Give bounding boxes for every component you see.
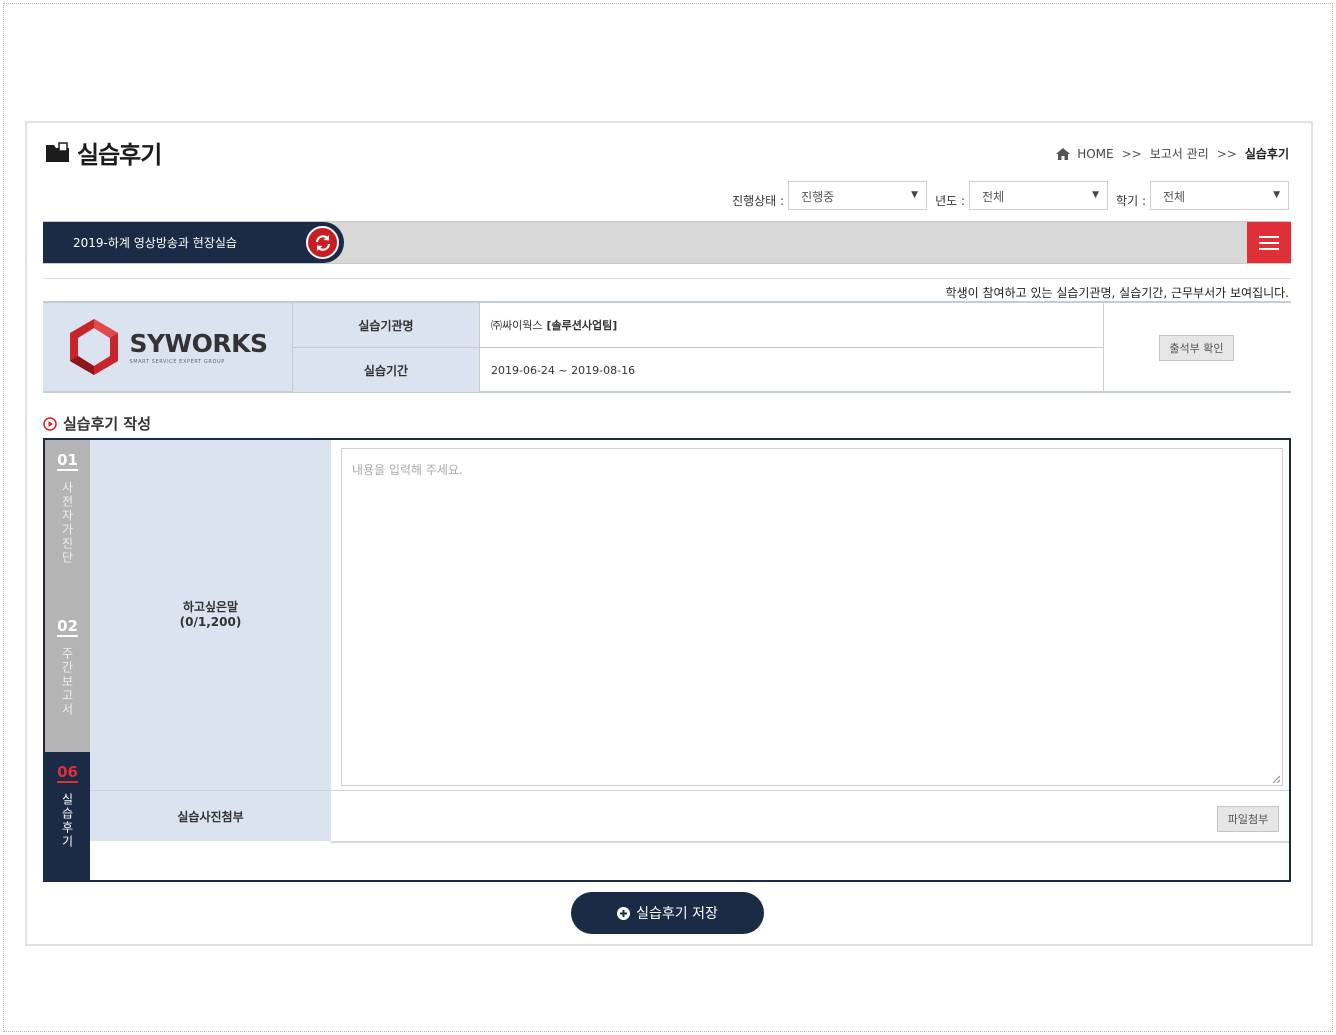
photo-label: 실습사진첨부: [90, 791, 331, 841]
status-select[interactable]: 진행중 ▼: [788, 181, 928, 210]
step-number: 02: [57, 617, 78, 637]
comment-textarea[interactable]: 내용을 입력해 주세요.: [341, 448, 1283, 786]
filter-bar: 진행상태 : 진행중 ▼ 년도 : 전체 ▼ 학기 : 전체 ▼: [728, 181, 1289, 210]
breadcrumb-separator: >>: [1121, 146, 1142, 161]
company-name-label: 실습기관명: [293, 303, 480, 347]
step-nav: 01 사전자가진단 02 주간보고서 06 실습후기: [45, 440, 90, 880]
notice-text: 학생이 참여하고 있는 실습기관명, 실습기간, 근무부서가 보여집니다.: [945, 286, 1289, 300]
breadcrumb-separator: >>: [1216, 146, 1237, 161]
dropdown-arrow-icon: ▼: [1273, 190, 1280, 200]
refresh-button[interactable]: [306, 226, 339, 259]
step-self-diagnosis[interactable]: 01 사전자가진단: [45, 440, 90, 606]
breadcrumb-current: 실습후기: [1244, 147, 1289, 161]
step-number: 01: [57, 451, 78, 471]
file-attach-button[interactable]: 파일첨부: [1217, 806, 1279, 832]
company-logo: SYWORKS SMART SERVICE EXPERT GROUP: [67, 317, 268, 377]
course-name: 2019-하계 영상방송과 현장실습: [73, 236, 237, 250]
step-number: 06: [57, 763, 78, 783]
save-button-label: 실습후기 저장: [636, 906, 718, 922]
step-label: 주간보고서: [60, 647, 74, 717]
year-label: 년도 :: [935, 194, 966, 208]
main-panel: 실습후기 HOME >> 보고서 관리 >> 실습후기 진행상태 : 진행중 ▼…: [25, 121, 1313, 946]
dropdown-arrow-icon: ▼: [911, 190, 919, 200]
section-title: 실습후기 작성: [43, 413, 151, 434]
attendance-button[interactable]: 출석부 확인: [1159, 335, 1234, 361]
menu-icon-line: [1259, 235, 1279, 238]
breadcrumb: HOME >> 보고서 관리 >> 실습후기: [1056, 145, 1289, 162]
save-review-button[interactable]: 실습후기 저장: [571, 892, 764, 934]
folder-icon: [46, 142, 69, 162]
period-value: 2019-06-24 ~ 2019-08-16: [480, 348, 1104, 392]
breadcrumb-home[interactable]: HOME: [1077, 147, 1113, 161]
company-department: [솔루션사업팀]: [546, 319, 618, 332]
play-circle-icon: [43, 416, 57, 431]
company-info-table: SYWORKS SMART SERVICE EXPERT GROUP 실습기관명…: [43, 301, 1291, 393]
menu-icon-line: [1259, 247, 1279, 250]
page-title-text: 실습후기: [77, 140, 162, 169]
semester-select-value: 전체: [1163, 190, 1186, 204]
logo-name: SYWORKS: [129, 329, 268, 358]
company-name: ㈜싸이웍스: [491, 319, 543, 332]
menu-button[interactable]: [1247, 222, 1291, 263]
comment-label: 하고싶은말 (0/1,200): [90, 440, 331, 790]
comment-placeholder: 내용을 입력해 주세요.: [352, 463, 463, 477]
semester-label: 학기 :: [1116, 194, 1146, 208]
home-icon: [1056, 147, 1071, 160]
syworks-logo-icon: [70, 319, 119, 375]
step-review[interactable]: 06 실습후기: [45, 752, 90, 880]
comment-counter: (0/1,200): [179, 615, 242, 629]
status-select-value: 진행중: [801, 190, 835, 204]
step-weekly-report[interactable]: 02 주간보고서: [45, 606, 90, 752]
year-select[interactable]: 전체 ▼: [969, 181, 1109, 210]
period-label: 실습기간: [293, 348, 480, 392]
course-selector[interactable]: 2019-하계 영상방송과 현장실습: [43, 222, 344, 263]
form-divider: [331, 841, 1289, 843]
course-bar: 2019-하계 영상방송과 현장실습: [43, 221, 1291, 264]
menu-icon-line: [1259, 241, 1279, 244]
breadcrumb-report[interactable]: 보고서 관리: [1150, 145, 1209, 162]
section-title-text: 실습후기 작성: [63, 415, 152, 433]
resize-handle-icon[interactable]: [1272, 775, 1280, 783]
year-select-value: 전체: [982, 190, 1005, 204]
dropdown-arrow-icon: ▼: [1092, 190, 1100, 200]
company-name-value: ㈜싸이웍스 [솔루션사업팀]: [480, 303, 1104, 347]
divider: [43, 278, 1291, 279]
step-label: 실습후기: [60, 793, 74, 849]
page-title: 실습후기: [45, 137, 162, 169]
semester-select[interactable]: 전체 ▼: [1150, 181, 1289, 210]
status-label: 진행상태 :: [732, 194, 785, 208]
company-logo-cell: SYWORKS SMART SERVICE EXPERT GROUP: [43, 303, 293, 391]
logo-tagline: SMART SERVICE EXPERT GROUP: [129, 359, 225, 365]
review-form: 01 사전자가진단 02 주간보고서 06 실습후기 하고싶은말 (0/1,20…: [43, 438, 1291, 882]
plus-circle-icon: [617, 906, 631, 920]
refresh-icon: [315, 234, 330, 251]
comment-label-text: 하고싶은말: [182, 600, 239, 614]
step-label: 사전자가진단: [60, 481, 74, 565]
